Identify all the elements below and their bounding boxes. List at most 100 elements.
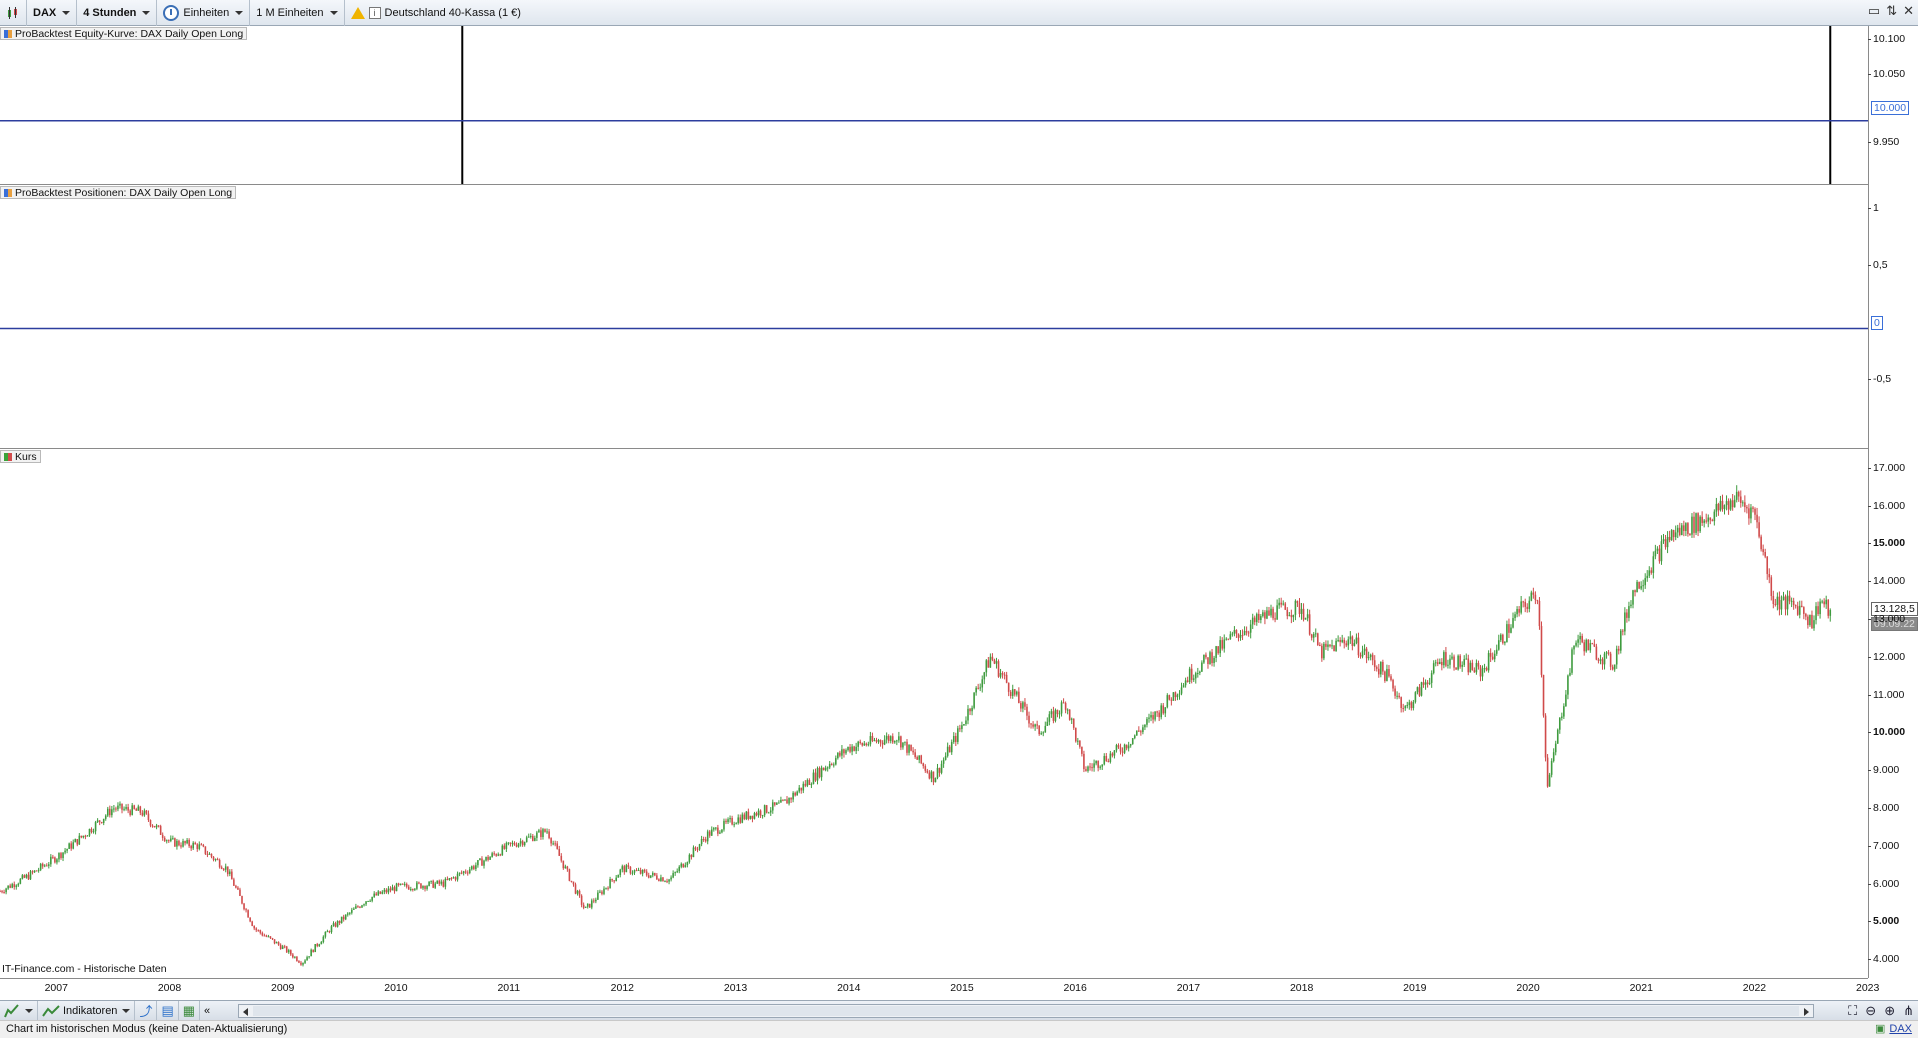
candle-body	[1805, 613, 1807, 617]
scroll-right-icon[interactable]	[1804, 1008, 1809, 1016]
zoom-controls: ⛶ ⊖ ⊕ ⋔	[1848, 1003, 1914, 1019]
price-panel[interactable]: Kurs IT-Finance.com - Historische Daten	[0, 449, 1868, 978]
candle-body	[483, 860, 485, 866]
candle-body	[1056, 709, 1059, 714]
candle-body	[1512, 618, 1514, 628]
share-button[interactable]: ⤴	[135, 1000, 158, 1021]
settings-icon[interactable]: ⋔	[1903, 1003, 1914, 1019]
equity-current-value: 10.000	[1871, 101, 1910, 115]
candle-body	[562, 860, 565, 869]
candle-body	[1251, 617, 1254, 625]
candle-body	[796, 791, 798, 796]
candle-body	[922, 763, 925, 767]
zoom-in-icon[interactable]: ⊕	[1884, 1003, 1895, 1019]
candle-body	[1355, 637, 1358, 644]
candle-body	[1520, 601, 1522, 613]
candle-body	[1115, 745, 1118, 751]
candle-body	[1683, 525, 1685, 531]
candle-body	[1170, 699, 1173, 701]
candle-body	[263, 935, 266, 937]
candle-body	[1624, 612, 1626, 632]
candle-body	[658, 879, 660, 882]
candle-body	[800, 787, 803, 791]
candle-body	[1752, 507, 1754, 509]
units-count-selector[interactable]: 1 M Einheiten	[250, 0, 345, 26]
candle-body	[1398, 695, 1400, 698]
candle-body	[269, 936, 272, 939]
candle-body	[1609, 653, 1612, 667]
minimize-icon[interactable]: ▭	[1868, 3, 1880, 19]
candle-body	[611, 879, 613, 881]
chart-type-button[interactable]	[0, 0, 27, 26]
candle-body	[1414, 692, 1417, 702]
candle-body	[96, 820, 99, 823]
candle-body	[676, 871, 678, 873]
candle-body	[1077, 740, 1079, 742]
candle-body	[1121, 751, 1124, 753]
close-icon[interactable]: ✕	[1903, 3, 1914, 19]
candle-body	[261, 932, 264, 936]
status-symbol-link[interactable]: DAX	[1875, 1021, 1912, 1038]
export-button[interactable]: ▦	[179, 1000, 201, 1021]
candle-body	[1544, 715, 1547, 758]
candle-body	[967, 708, 969, 721]
candle-body	[422, 885, 424, 889]
indicators-button[interactable]: Indikatoren	[38, 1000, 136, 1021]
candle-body	[857, 741, 859, 747]
candle-body	[271, 938, 274, 940]
scrollbar-thumb[interactable]	[253, 1006, 1799, 1016]
candle-body	[924, 766, 927, 771]
candle-body	[997, 661, 1000, 677]
candle-body	[1731, 500, 1734, 508]
candle-body	[121, 803, 123, 810]
candle-body	[1532, 592, 1535, 595]
scroll-left-icon[interactable]	[243, 1008, 248, 1016]
candle-body	[678, 866, 681, 872]
candle-body	[1095, 761, 1097, 764]
candle-body	[174, 838, 176, 847]
candle-body	[1735, 491, 1738, 500]
candle-body	[1172, 692, 1175, 701]
candle-body	[497, 854, 500, 856]
positions-panel-label[interactable]: ProBacktest Positionen: DAX Daily Open L…	[0, 186, 237, 199]
candle-body	[1638, 581, 1640, 589]
price-panel-label[interactable]: Kurs	[0, 450, 41, 463]
layout-button[interactable]: ▤	[157, 1000, 179, 1021]
equity-panel-label[interactable]: ProBacktest Equity-Kurve: DAX Daily Open…	[0, 27, 248, 40]
candle-body	[200, 844, 203, 846]
candle-body	[1485, 668, 1488, 671]
info-icon[interactable]: i	[368, 6, 381, 19]
candle-body	[875, 740, 878, 742]
collapse-button[interactable]: «	[200, 1001, 214, 1021]
candle-body	[869, 736, 872, 745]
instrument-info[interactable]: i Deutschland 40-Kassa (1 €)	[345, 0, 527, 26]
symbol-selector[interactable]: DAX	[27, 0, 78, 26]
candle-body	[1284, 603, 1287, 610]
candle-body	[717, 827, 719, 834]
positions-panel[interactable]: ProBacktest Positionen: DAX Daily Open L…	[0, 185, 1868, 449]
candle-body	[1502, 634, 1504, 644]
candle-body	[1451, 656, 1453, 659]
candle-body	[113, 808, 115, 810]
candle-body	[1823, 601, 1825, 605]
chevron-down-icon	[62, 10, 71, 15]
drawing-tools-button[interactable]	[0, 1000, 38, 1021]
timeframe-selector[interactable]: 4 Stunden	[77, 0, 158, 26]
candle-body	[1380, 661, 1382, 675]
indicator-color-icon	[4, 189, 12, 197]
zoom-out-icon[interactable]: ⊖	[1865, 1003, 1876, 1019]
candle-body	[1144, 724, 1146, 728]
candle-body	[5, 888, 7, 893]
candle-body	[1272, 608, 1274, 619]
resize-icon[interactable]: ⇅	[1886, 3, 1897, 19]
candle-body	[253, 925, 256, 929]
candle-body	[950, 742, 953, 753]
candle-body	[405, 883, 408, 887]
units-selector[interactable]: Einheiten	[157, 0, 251, 26]
zoom-fit-icon[interactable]: ⛶	[1848, 1003, 1857, 1019]
candle-body	[948, 746, 951, 753]
candle-body	[525, 837, 528, 843]
candle-body	[1508, 624, 1510, 633]
equity-curve-panel[interactable]: ProBacktest Equity-Kurve: DAX Daily Open…	[0, 26, 1868, 185]
time-scrollbar[interactable]	[238, 1004, 1814, 1018]
